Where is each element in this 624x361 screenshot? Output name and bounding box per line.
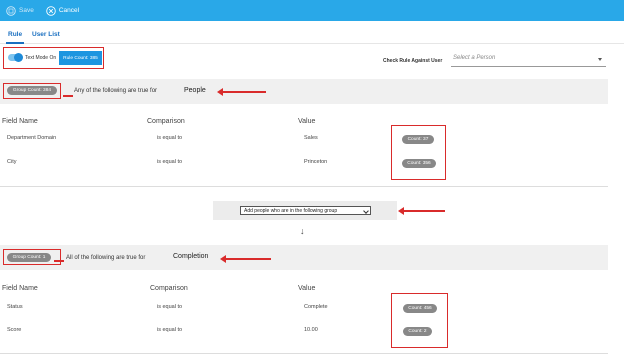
save-icon (6, 5, 16, 16)
annotation-dash (54, 260, 64, 262)
text-mode-toggle[interactable] (8, 52, 23, 62)
row-comparison: is equal to (157, 135, 183, 141)
chevron-down-icon (598, 58, 602, 61)
row-count-badge: Count: 37 (402, 135, 434, 144)
check-rule-label: Check Rule Against User (383, 58, 443, 64)
cancel-label: Cancel (58, 7, 80, 14)
tab-bar: Rule User List (0, 28, 624, 44)
row-field: City (7, 159, 17, 165)
row-value: 10.00 (304, 327, 318, 333)
row-field: Department Domain (7, 135, 57, 141)
counts-annotation-box (391, 293, 448, 348)
toggle-knob (14, 52, 23, 62)
save-label: Save (19, 7, 34, 14)
close-icon (46, 5, 56, 16)
group2-condition-text: All of the following are true for (66, 255, 146, 261)
group1-condition-text: Any of the following are true for (74, 88, 158, 94)
column-field-name: Field Name (2, 118, 38, 125)
top-toolbar: Save Cancel (0, 0, 624, 21)
group1-entity[interactable]: People (184, 87, 206, 94)
cancel-button[interactable]: Cancel (46, 5, 80, 16)
group1-header: Group Count: 384 Any of the following ar… (0, 79, 608, 104)
join-selector-box: Add people who are in the following grou… (213, 201, 397, 220)
group2-header: Group Count: 1 All of the following are … (0, 245, 608, 270)
join-select[interactable]: Add people who are in the following grou… (240, 206, 371, 215)
row-field: Score (7, 327, 22, 333)
annotation-dash (63, 95, 73, 97)
person-select[interactable]: Select a Person (451, 52, 606, 67)
group2-card: Field Name Comparison Value Status is eq… (0, 270, 608, 354)
counts-annotation-box (391, 125, 446, 180)
group1-count-badge: Group Count: 384 (7, 86, 57, 95)
row-value: Princeton (304, 159, 328, 165)
group1-card: Field Name Comparison Value Department D… (0, 104, 608, 187)
annotation-arrow (217, 88, 266, 96)
arrow-down-icon: ↓ (300, 226, 305, 236)
person-select-placeholder: Select a Person (453, 55, 496, 61)
annotation-arrow (220, 255, 271, 263)
group2-entity[interactable]: Completion (173, 253, 208, 260)
join-select-value: Add people who are in the following grou… (244, 207, 338, 214)
row-count-badge: Count: 456 (403, 304, 437, 313)
row-comparison: is equal to (157, 304, 183, 310)
column-field-name: Field Name (2, 285, 38, 292)
chevron-down-icon (363, 208, 369, 214)
row-value: Sales (304, 135, 318, 141)
text-mode-label: Text Mode On (25, 55, 57, 61)
column-comparison: Comparison (150, 285, 188, 292)
group2-count-badge: Group Count: 1 (7, 253, 51, 262)
tab-rule[interactable]: Rule (5, 31, 25, 44)
row-field: Status (7, 304, 23, 310)
column-value: Value (298, 118, 316, 125)
row-count-badge: Count: 356 (402, 159, 436, 168)
row-comparison: is equal to (157, 159, 183, 165)
row-comparison: is equal to (157, 327, 183, 333)
mode-annotation-box: Text Mode On Rule Count: 385 (3, 47, 104, 69)
column-value: Value (298, 285, 316, 292)
column-comparison: Comparison (147, 118, 185, 125)
row-count-badge: Count: 2 (403, 327, 432, 336)
save-button[interactable]: Save (6, 5, 34, 16)
row-value: Complete (304, 304, 328, 310)
rule-count-badge: Rule Count: 385 (59, 51, 102, 65)
tab-user-list[interactable]: User List (32, 31, 60, 38)
annotation-arrow (398, 207, 445, 215)
